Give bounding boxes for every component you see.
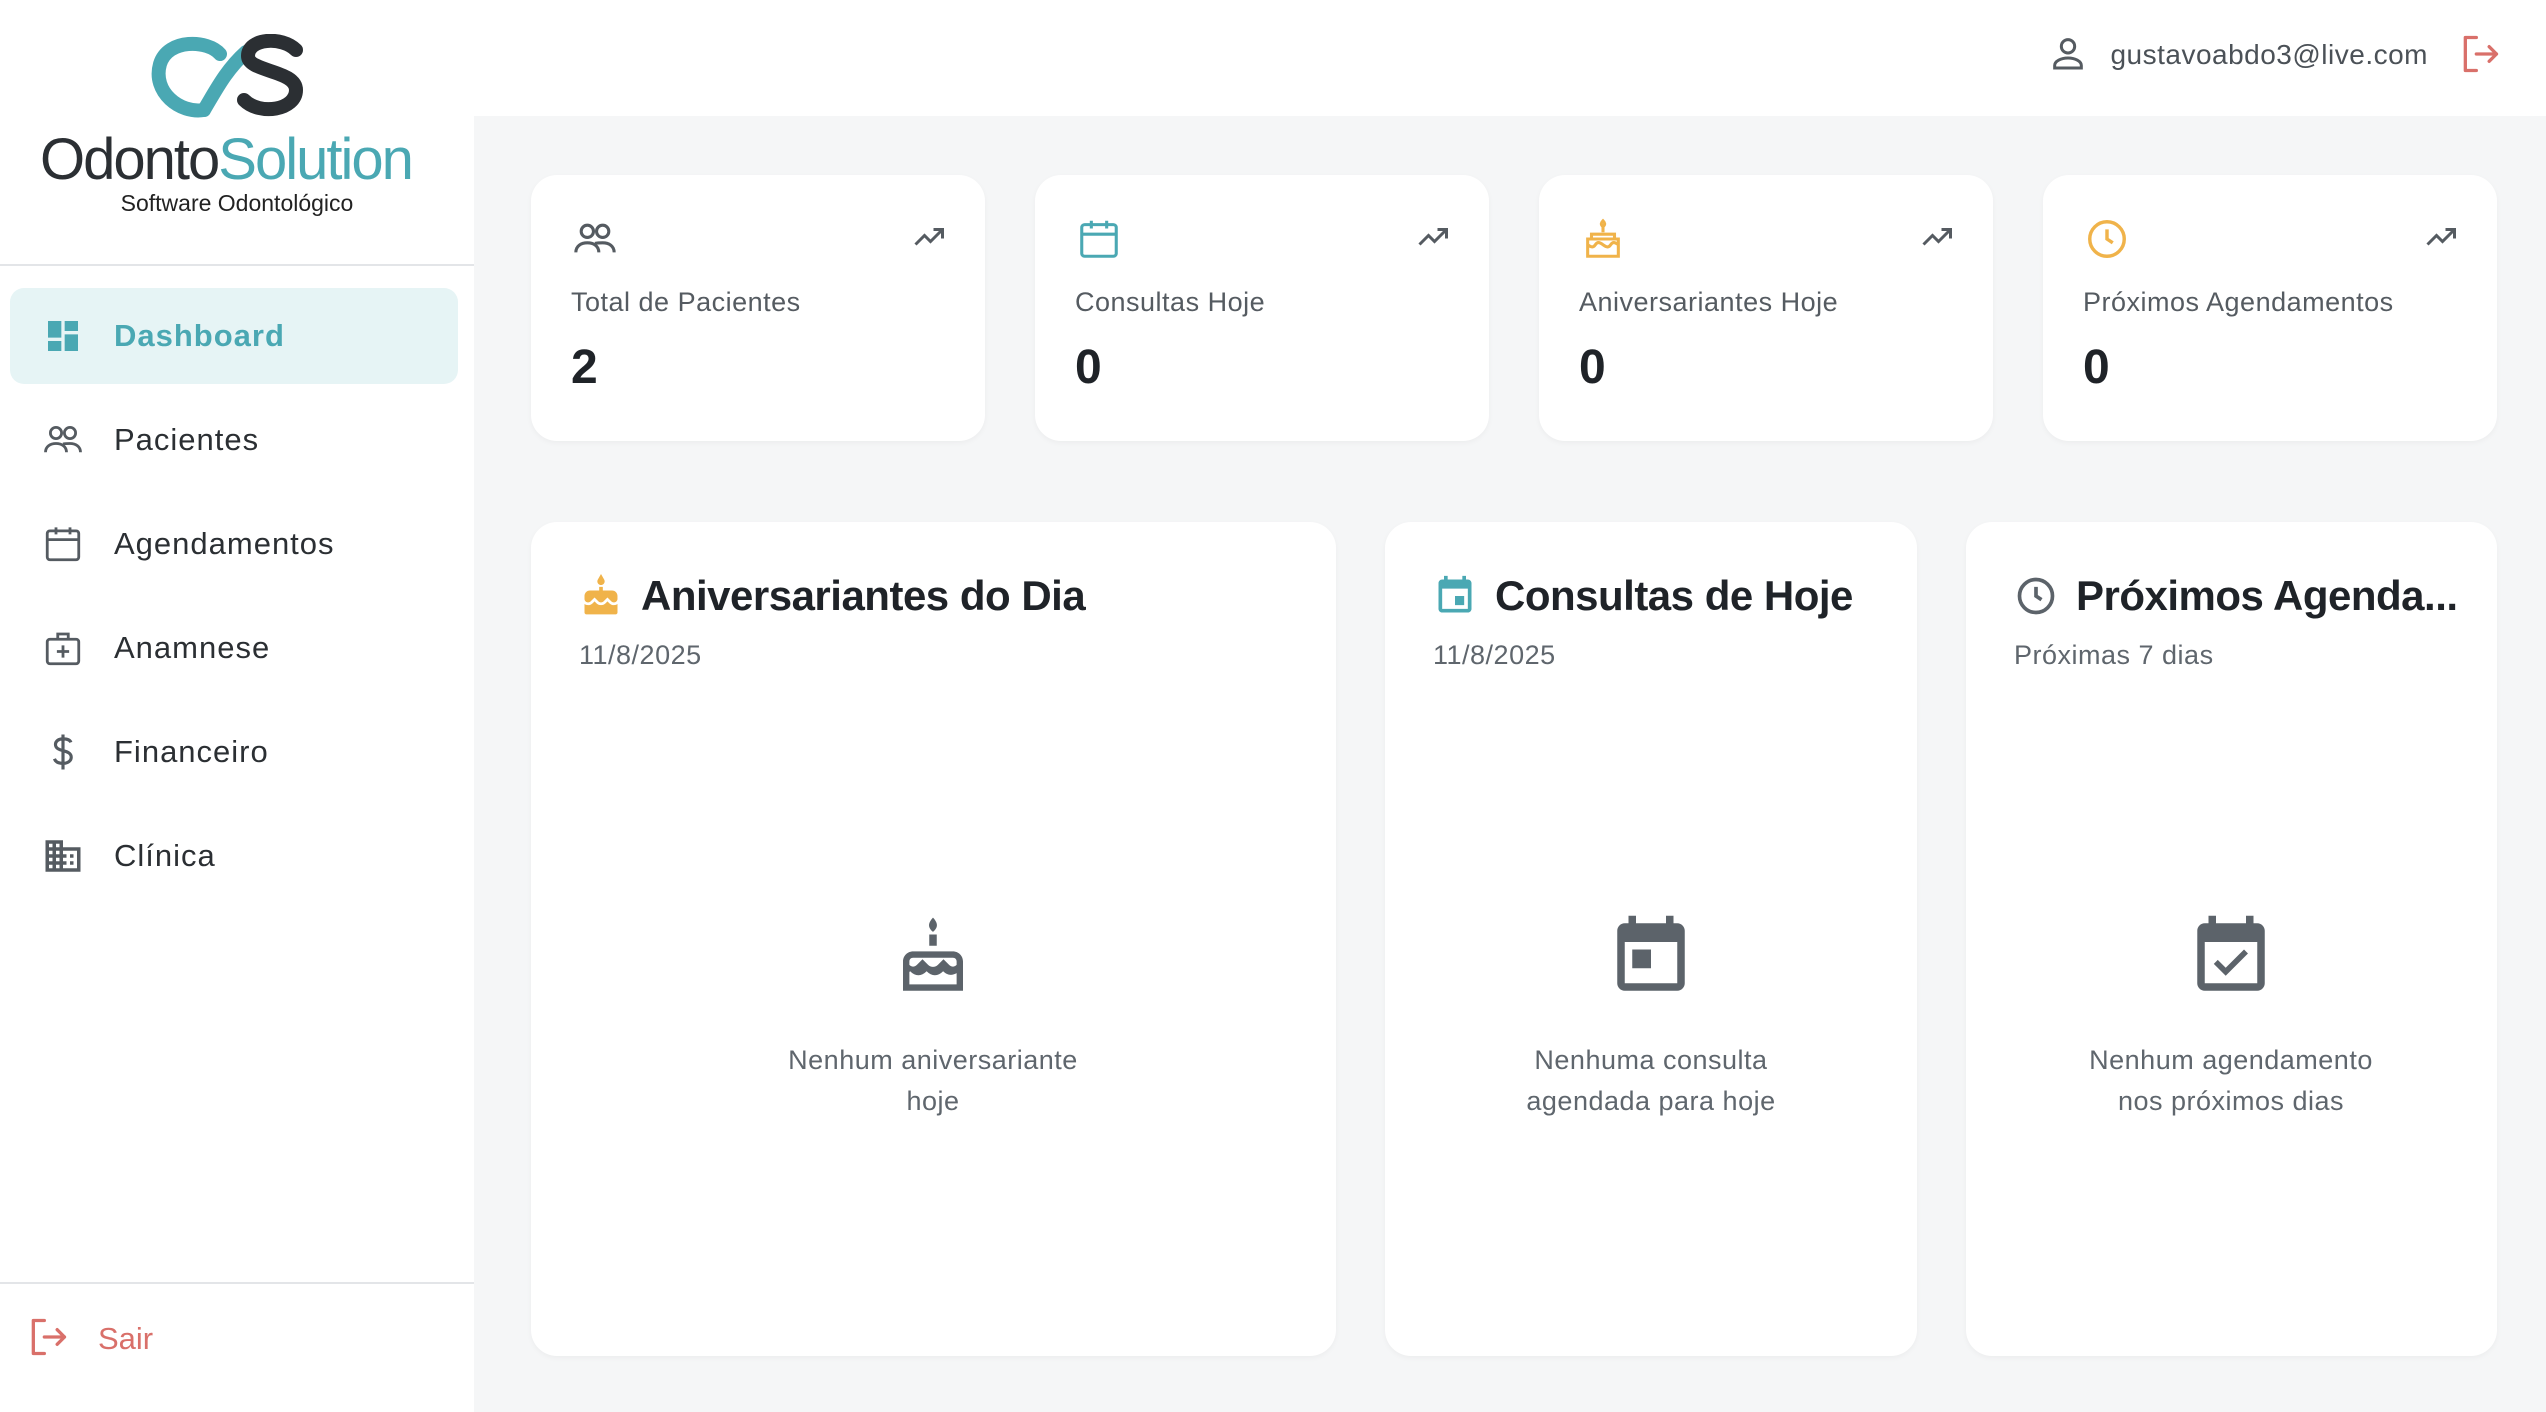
brand-logo[interactable]: OdontoSolution Software Odontológico [0,0,474,266]
empty-state-text: Nenhuma consulta agendada para hoje [1451,1040,1851,1122]
cake-empty-icon [903,917,963,991]
sidebar-item-label: Anamnese [114,630,271,665]
cake-icon [579,574,623,618]
sidebar-item-agendamentos[interactable]: Agendamentos [10,496,458,592]
clock-icon [2083,215,2131,263]
empty-state-text: Nenhum aniversariante hoje [733,1040,1133,1122]
sidebar-item-clinica[interactable]: Clínica [10,808,458,904]
logo-tagline: Software Odontológico [120,190,354,216]
panel-header: Próximos Agenda... [2014,568,2458,624]
panel-header: Aniversariantes do Dia [579,568,1086,624]
logout-label: Sair [98,1321,154,1356]
empty-state-line: nos próximos dias [2117,1086,2345,1116]
user-info[interactable]: gustavoabdo3@live.com [2048,30,2428,80]
sidebar-nav: Dashboard Pacientes Agendamentos Anamnes… [10,288,458,912]
panel-proximos-agendamentos: Próximos Agenda... Próximas 7 dias Nenhu… [1966,522,2497,1356]
stat-card-aniversariantes-hoje[interactable]: Aniversariantes Hoje 0 [1539,175,1993,441]
trending-up-icon [1418,228,1448,246]
empty-state-line: Nenhum aniversariante [788,1045,1078,1075]
user-icon [2048,33,2088,78]
event-available-icon [2197,915,2265,991]
stat-label: Total de Pacientes [571,287,801,317]
sidebar-logout-button[interactable]: Sair [26,1304,153,1374]
logout-icon [26,1315,70,1364]
stat-card-proximos-agendamentos[interactable]: Próximos Agendamentos 0 [2043,175,2497,441]
sidebar-item-label: Financeiro [114,734,269,769]
stat-label: Aniversariantes Hoje [1579,287,1839,317]
people-icon [571,215,619,263]
empty-state-line: hoje [906,1086,960,1116]
people-icon [42,419,84,461]
stat-value: 0 [2083,341,2110,394]
medical-bag-icon [42,627,84,669]
clock-icon [2014,574,2058,618]
trending-up-icon [2426,228,2456,246]
stat-value: 2 [571,341,598,394]
panel-date: 11/8/2025 [579,640,702,670]
panel-title: Consultas de Hoje [1495,572,1853,619]
sidebar-item-anamnese[interactable]: Anamnese [10,600,458,696]
sidebar-item-dashboard[interactable]: Dashboard [10,288,458,384]
logout-icon [2458,32,2502,81]
sidebar-item-label: Pacientes [114,422,260,457]
sidebar-item-label: Agendamentos [114,526,335,561]
sidebar-item-label: Dashboard [114,318,285,353]
building-icon [42,835,84,877]
cake-icon [1579,215,1627,263]
trending-up-icon [914,228,944,246]
sidebar-item-label: Clínica [114,838,216,873]
panel-date: 11/8/2025 [1433,640,1556,670]
stat-value: 0 [1075,341,1102,394]
sidebar-footer: Sair [0,1282,474,1412]
stat-card-total-pacientes[interactable]: Total de Pacientes 2 [531,175,985,441]
stat-label: Próximos Agendamentos [2083,287,2394,317]
empty-state-line: agendada para hoje [1526,1086,1776,1116]
trending-up-icon [1922,228,1952,246]
sidebar-item-financeiro[interactable]: Financeiro [10,704,458,800]
panel-header: Consultas de Hoje [1433,568,1853,624]
panel-consultas-hoje: Consultas de Hoje 11/8/2025 Nenhuma cons… [1385,522,1917,1356]
logo-wordmark: OdontoSolution [40,127,414,192]
panel-subtitle: Próximas 7 dias [2014,640,2214,670]
logo-mark-icon [151,34,304,118]
user-email: gustavoabdo3@live.com [2110,39,2428,70]
dashboard-icon [42,315,84,357]
panel-title: Próximos Agenda... [2076,572,2458,619]
panel-aniversariantes: Aniversariantes do Dia 11/8/2025 Nenhum … [531,522,1336,1356]
stat-label: Consultas Hoje [1075,287,1266,317]
header-logout-button[interactable] [2454,30,2506,82]
empty-state-text: Nenhum agendamento nos próximos dias [2031,1040,2431,1122]
dollar-icon [42,731,84,773]
empty-state-line: Nenhuma consulta [1534,1045,1768,1075]
stat-value: 0 [1579,341,1606,394]
sidebar: OdontoSolution Software Odontológico Das… [0,0,474,1412]
event-icon [1433,574,1477,618]
empty-state-line: Nenhum agendamento [2089,1045,2373,1075]
panel-title: Aniversariantes do Dia [641,572,1086,619]
calendar-icon [42,523,84,565]
stat-card-consultas-hoje[interactable]: Consultas Hoje 0 [1035,175,1489,441]
top-header: gustavoabdo3@live.com [474,0,2546,116]
calendar-empty-icon [1617,915,1685,991]
sidebar-item-pacientes[interactable]: Pacientes [10,392,458,488]
calendar-icon [1075,215,1123,263]
